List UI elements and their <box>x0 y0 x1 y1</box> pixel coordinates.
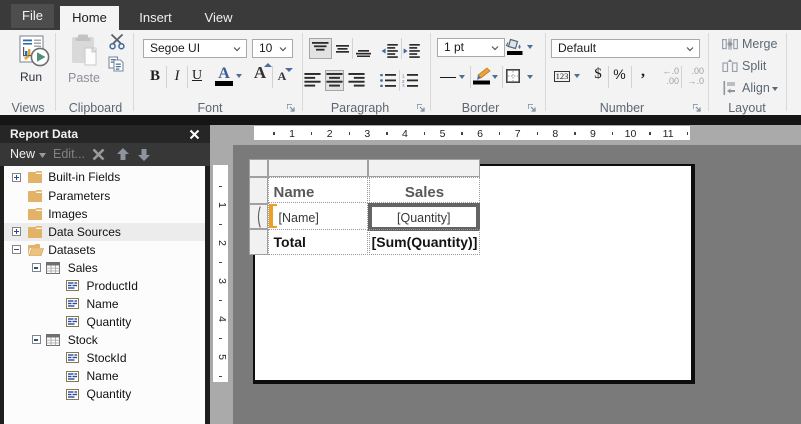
svg-text:1: 1 <box>402 74 405 78</box>
svg-text:3: 3 <box>402 83 405 87</box>
